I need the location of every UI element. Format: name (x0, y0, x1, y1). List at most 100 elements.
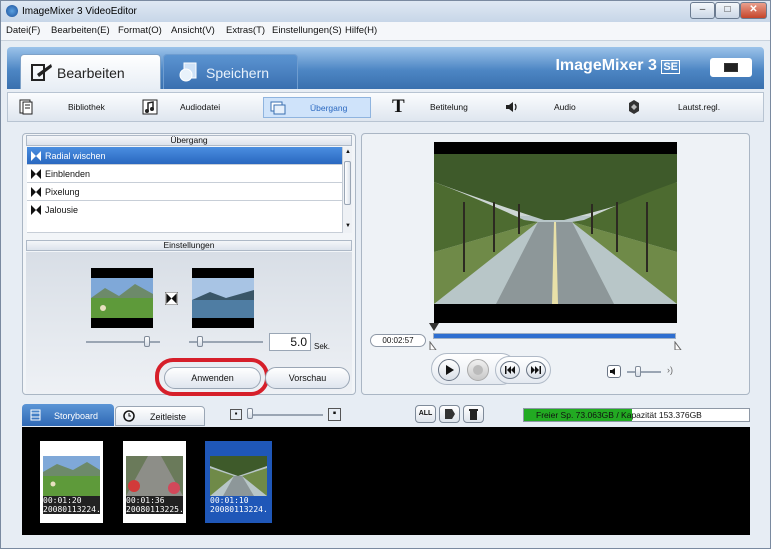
close-button[interactable]: ✕ (740, 2, 767, 19)
tool-betitelung-label: Betitelung (430, 102, 468, 112)
panel-toggle-button[interactable] (710, 58, 752, 77)
brand-suffix: SE (661, 60, 680, 74)
transition-item-einblenden[interactable]: Einblenden (27, 165, 342, 183)
transition-bowtie-icon (165, 292, 178, 305)
edit-icon (31, 64, 52, 81)
tool-lautstaerke[interactable]: Lautst.regl. (620, 97, 750, 118)
transition-item-radial-wischen[interactable]: Radial wischen (27, 147, 342, 165)
tool-bibliothek[interactable]: Bibliothek (12, 97, 132, 118)
clock-icon (123, 410, 135, 422)
storyboard-icon (30, 409, 41, 421)
volume-slider-thumb[interactable] (635, 366, 641, 377)
app-window: ImageMixer 3 VideoEditor – □ ✕ Datei(F) … (0, 0, 771, 549)
tool-audiodatei[interactable]: Audiodatei (136, 97, 251, 118)
menu-einstellungen[interactable]: Einstellungen(S) (272, 25, 342, 36)
app-icon (6, 5, 18, 17)
volume-control-icon (629, 100, 639, 114)
menu-bar: Datei(F) Bearbeiten(E) Format(O) Ansicht… (1, 22, 770, 41)
duration-unit: Sek. (314, 342, 331, 351)
clip-thumbnail (43, 456, 100, 496)
tab-speichern-label: Speichern (206, 65, 270, 81)
volume-mute-button[interactable] (607, 365, 621, 378)
play-icon (446, 365, 454, 375)
storyboard-clip-3[interactable]: 00:01:10 20080113224... (205, 441, 272, 523)
title-text-icon: T (392, 96, 405, 117)
transition-item-label: Pixelung (45, 187, 80, 197)
menu-datei[interactable]: Datei(F) (6, 25, 40, 36)
volume-slider-track[interactable] (627, 371, 661, 373)
scrollbar-thumb[interactable] (344, 161, 351, 205)
duration-field[interactable]: 5.0 (269, 333, 311, 351)
tab-zeitleiste[interactable]: Zeitleiste (115, 406, 205, 426)
transition-item-pixelung[interactable]: Pixelung (27, 183, 342, 201)
source-slider-thumb[interactable] (144, 336, 150, 347)
tool-audio[interactable]: Audio (498, 97, 608, 118)
target-slider-thumb[interactable] (197, 336, 203, 347)
capacity-bar: Freier Sp. 73.063GB / Kapazität 153.376G… (523, 408, 750, 422)
preview-button[interactable]: Vorschau (265, 367, 350, 389)
skip-back-button[interactable] (500, 361, 520, 379)
transition-bowtie-icon (31, 151, 41, 161)
properties-button[interactable] (439, 405, 460, 423)
tab-bearbeiten[interactable]: Bearbeiten (20, 54, 161, 89)
tool-betitelung[interactable]: T Betitelung (386, 97, 486, 118)
minimize-button[interactable]: – (690, 2, 715, 19)
transition-bowtie-icon (31, 187, 41, 197)
menu-bearbeiten[interactable]: Bearbeiten(E) (51, 25, 110, 36)
scroll-down-icon: ▼ (345, 223, 351, 229)
skip-back-icon (505, 366, 515, 374)
transition-item-jalousie[interactable]: Jalousie (27, 201, 342, 233)
menu-hilfe[interactable]: Hilfe(H) (345, 25, 377, 36)
capacity-text: Freier Sp. 73.063GB / Kapazität 153.376G… (536, 410, 702, 420)
clip-filename: 20080113225... (126, 505, 183, 514)
library-icon (19, 99, 33, 115)
tool-uebergang[interactable]: Übergang (263, 97, 371, 118)
tab-zeitleiste-label: Zeitleiste (150, 412, 187, 422)
out-point-marker-icon[interactable] (674, 341, 682, 350)
delete-button[interactable] (463, 405, 484, 423)
menu-format[interactable]: Format(O) (118, 25, 162, 36)
maximize-button[interactable]: □ (715, 2, 740, 19)
tool-lautstaerke-label: Lautst.regl. (678, 102, 721, 112)
timecode-display: 00:02:57 (370, 334, 426, 347)
tab-speichern[interactable]: Speichern (163, 54, 298, 89)
clip-duration: 00:01:10 (210, 496, 267, 505)
clip-thumbnail (126, 456, 183, 496)
tab-bearbeiten-label: Bearbeiten (57, 65, 125, 81)
zoom-slider-thumb[interactable] (247, 408, 253, 419)
progress-track[interactable] (433, 333, 676, 339)
scroll-up-icon: ▲ (345, 149, 351, 155)
tab-storyboard[interactable]: Storyboard (22, 404, 114, 426)
apply-button[interactable]: Anwenden (164, 367, 261, 389)
skip-forward-icon (531, 366, 541, 374)
progress-fill (434, 334, 675, 338)
title-bar: ImageMixer 3 VideoEditor – □ ✕ (1, 1, 770, 22)
stop-button[interactable] (467, 359, 489, 381)
zoom-in-icon[interactable]: ▪ (328, 408, 341, 421)
zoom-slider-track[interactable] (247, 414, 323, 416)
menu-extras[interactable]: Extras(T) (226, 25, 265, 36)
clip-thumbnail (210, 456, 267, 496)
zoom-out-icon[interactable]: ▪ (230, 409, 242, 420)
in-point-marker-icon[interactable] (429, 341, 437, 350)
tag-icon (445, 409, 455, 419)
transition-source-thumbnail (91, 268, 153, 328)
transition-list-scrollbar[interactable]: ▲ ▼ (342, 147, 352, 233)
tool-audiodatei-label: Audiodatei (180, 102, 221, 112)
select-all-button[interactable]: ALL (415, 405, 436, 423)
settings-header: Einstellungen (26, 240, 352, 251)
skip-forward-button[interactable] (526, 361, 546, 379)
tool-bibliothek-label: Bibliothek (68, 102, 105, 112)
play-button[interactable] (438, 359, 460, 381)
video-preview (434, 142, 677, 323)
storyboard-clip-2[interactable]: 00:01:36 20080113225... (123, 441, 186, 523)
clip-filename: 20080113224... (43, 505, 100, 514)
stop-icon (473, 365, 483, 375)
menu-ansicht[interactable]: Ansicht(V) (171, 25, 215, 36)
music-note-icon (142, 99, 158, 115)
playhead-marker-icon[interactable] (429, 323, 439, 331)
storyboard-clip-1[interactable]: 00:01:20 20080113224... (40, 441, 103, 523)
transition-target-thumbnail (192, 268, 254, 328)
tool-audio-label: Audio (554, 102, 576, 112)
clip-duration: 00:01:36 (126, 496, 183, 505)
